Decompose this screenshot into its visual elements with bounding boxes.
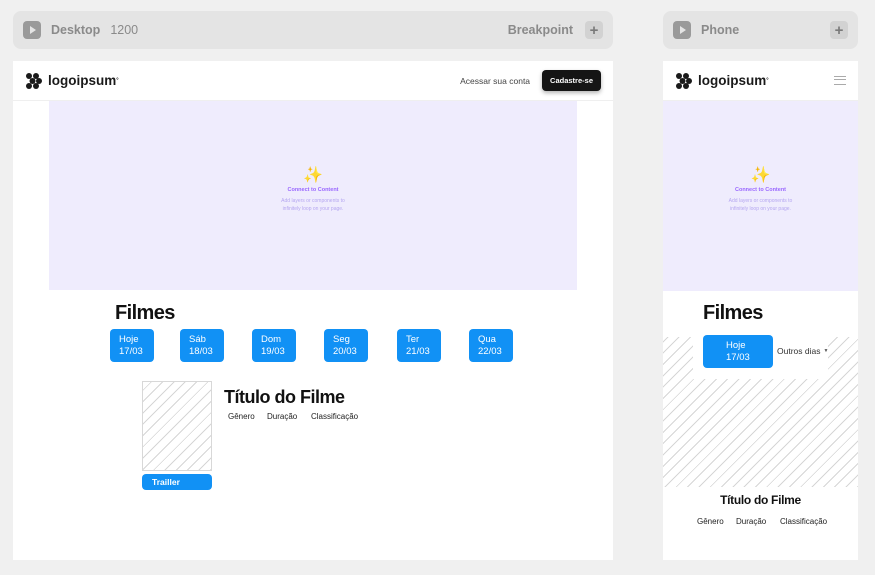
add-breakpoint-icon[interactable]: + <box>830 21 848 39</box>
day-date: 20/03 <box>333 346 357 357</box>
logo-text: logoipsum <box>698 73 767 88</box>
hamburger-menu-icon[interactable] <box>834 76 846 85</box>
signup-button[interactable]: Cadastre-se <box>542 70 601 91</box>
movie-duration: Duração <box>736 517 767 526</box>
ticker-title: Connect to Content <box>734 187 787 193</box>
day-button-ter[interactable]: Ter 21/03 <box>397 329 441 362</box>
content-ticker[interactable]: ✨ Connect to Content Add layers or compo… <box>663 101 858 291</box>
day-name: Hoje <box>119 334 139 345</box>
caret-down-icon: ▼ <box>823 348 829 354</box>
ticker-subtitle: Add layers or components to <box>281 198 345 204</box>
movie-duration: Duração <box>267 412 298 421</box>
desktop-width-value: 1200 <box>110 23 139 37</box>
movie-rating: Classificação <box>780 517 828 526</box>
section-title: Filmes <box>703 302 763 324</box>
ticker-subtitle: infinitely loop on your page. <box>282 206 344 212</box>
ticker-subtitle: Add layers or components to <box>728 198 793 204</box>
login-link[interactable]: Acessar sua conta <box>460 76 530 86</box>
day-date: 17/03 <box>119 346 143 357</box>
desktop-frame-bar: Desktop 1200 Breakpoint + <box>13 11 613 49</box>
day-date: 22/03 <box>478 346 502 357</box>
play-preview-icon[interactable] <box>673 21 691 39</box>
play-preview-icon[interactable] <box>23 21 41 39</box>
movie-genre: Gênero <box>697 517 724 526</box>
day-name: Hoje <box>726 340 746 351</box>
ticker-subtitle: infinitely loop on your page. <box>730 206 791 212</box>
movie-rating: Classificação <box>311 412 359 421</box>
day-button-hoje[interactable]: Hoje 17/03 <box>703 335 773 368</box>
day-date: 17/03 <box>726 352 750 363</box>
day-button-qua[interactable]: Qua 22/03 <box>469 329 513 362</box>
trailer-button[interactable]: Trailler <box>142 474 212 490</box>
movie-genre: Gênero <box>228 412 255 421</box>
desktop-canvas: logoipsum ° Acessar sua conta Cadastre-se… <box>13 61 613 560</box>
day-button-seg[interactable]: Seg 20/03 <box>324 329 368 362</box>
other-days-dropdown[interactable]: Outros dias ▼ <box>777 346 828 356</box>
breakpoint-label: Breakpoint <box>507 23 573 37</box>
other-days-label: Outros dias <box>777 346 821 356</box>
logo-mark-icon <box>26 72 42 89</box>
phone-frame-bar: Phone + <box>663 11 858 49</box>
sparkle-icon: ✨ <box>303 167 323 184</box>
day-name: Seg <box>333 334 350 345</box>
day-date: 18/03 <box>189 346 213 357</box>
add-breakpoint-icon[interactable]: + <box>585 21 603 39</box>
phone-canvas: logoipsum ° ✨ Connect to Content Add laye… <box>663 61 858 560</box>
logo-text: logoipsum <box>48 73 117 88</box>
day-name: Dom <box>261 334 282 345</box>
logo[interactable]: logoipsum ° <box>25 72 119 90</box>
desktop-frame-label: Desktop <box>51 23 101 37</box>
day-button-dom[interactable]: Dom 19/03 <box>252 329 296 362</box>
sparkle-icon: ✨ <box>750 167 771 184</box>
day-date: 21/03 <box>406 346 430 357</box>
phone-frame-label: Phone <box>701 23 740 37</box>
logo[interactable]: logoipsum ° <box>675 72 769 90</box>
day-name: Ter <box>406 334 420 345</box>
movie-poster-placeholder <box>142 381 212 471</box>
movie-title: Título do Filme <box>720 493 801 507</box>
day-date: 19/03 <box>261 346 285 357</box>
day-button-sab[interactable]: Sáb 18/03 <box>180 329 224 362</box>
ticker-title: Connect to Content <box>287 187 339 193</box>
movie-title: Título do Filme <box>224 387 345 407</box>
navbar: logoipsum ° <box>663 61 858 101</box>
logo-mark-icon <box>676 72 692 89</box>
section-title: Filmes <box>115 302 175 324</box>
content-ticker[interactable]: ✨ Connect to Content Add layers or compo… <box>49 101 577 290</box>
navbar: logoipsum ° Acessar sua conta Cadastre-se <box>13 61 613 101</box>
day-button-hoje[interactable]: Hoje 17/03 <box>110 329 154 362</box>
day-name: Qua <box>478 334 496 345</box>
day-name: Sáb <box>189 334 206 345</box>
